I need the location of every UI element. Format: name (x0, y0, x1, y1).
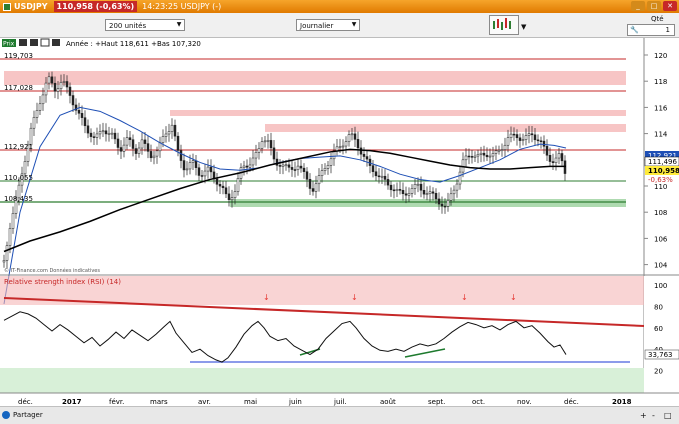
minimize-button[interactable]: _ (631, 1, 645, 11)
month-label: mars (150, 398, 168, 406)
chart-icon (493, 18, 511, 30)
chart-type-button[interactable] (489, 15, 519, 35)
down-arrow-icon: ↓ (510, 293, 517, 302)
units-select-label: 200 unités (109, 22, 147, 30)
price-tick-label: 110 (654, 183, 667, 191)
close-button[interactable]: ✕ (663, 1, 677, 11)
zoom-out-button[interactable]: - (652, 409, 655, 421)
price-tick-label: 118 (654, 78, 667, 86)
hline-label: 108,435 (4, 195, 33, 203)
chevron-down-icon: ▼ (351, 21, 357, 28)
symbol-title: USDJPY (14, 2, 48, 11)
price-tick-label: 116 (654, 104, 668, 112)
down-arrow-icon: ↓ (263, 293, 270, 302)
rsi-tick-label: 100 (654, 282, 667, 290)
maximize-button[interactable]: □ (647, 1, 661, 11)
toolbar: 200 unités ▼ Journalier ▼ ▼ Qté 🔧 1 (0, 13, 679, 37)
share-label: Partager (13, 411, 43, 419)
month-label: nov. (517, 398, 532, 406)
data-credit: © IT-Finance.com Données indicatives (4, 267, 100, 274)
zoom-reset-button[interactable]: □ (664, 409, 672, 421)
title-bar: USDJPY 110,958 (-0,63%) 14:23:25 USDJPY … (0, 0, 679, 13)
change-percent: -0,63% (648, 176, 673, 184)
window-title-time: 14:23:25 USDJPY (-) (142, 2, 222, 11)
panel-button[interactable] (19, 39, 27, 46)
price-tick-label: 120 (654, 52, 667, 60)
rsi-tick-label: 80 (654, 303, 663, 311)
month-label: juil. (333, 398, 347, 406)
black-ma-tag-label: 111,496 (648, 158, 677, 166)
chart-type-chevron-icon[interactable]: ▼ (521, 23, 526, 31)
month-label: juin (288, 398, 302, 406)
hline-label: 110,055 (4, 174, 33, 182)
resistance-zone (265, 124, 626, 132)
price-badge: 110,958 (-0,63%) (53, 1, 138, 12)
hline-label: 117,028 (4, 84, 33, 92)
down-arrow-icon: ↓ (461, 293, 468, 302)
app-icon (3, 2, 11, 11)
month-label: 2018 (612, 398, 632, 406)
rsi-tick-label: 60 (654, 325, 663, 333)
month-label: mai (244, 398, 257, 406)
year-range-header: Année : +Haut 118,611 +Bas 107,320 (66, 40, 201, 48)
price-chart[interactable]: 120118116114112110108106104 119,703 117,… (0, 38, 679, 407)
support-zone (230, 199, 626, 207)
share-icon (2, 411, 10, 419)
period-select-label: Journalier (300, 22, 334, 30)
price-tick-label: 114 (654, 131, 668, 139)
month-label: déc. (18, 398, 33, 406)
month-label: août (380, 398, 396, 406)
rsi-title: Relative strength index (RSI) (14) (4, 278, 121, 286)
resistance-zone (4, 71, 626, 85)
panel-button[interactable] (52, 39, 60, 46)
rsi-tick-label: 20 (654, 368, 663, 376)
wrench-icon[interactable]: 🔧 (630, 26, 639, 34)
price-pill-label: Prix (3, 41, 15, 48)
hline-label: 112,921 (4, 143, 33, 151)
chart-area[interactable]: 120118116114112110108106104 119,703 117,… (0, 37, 679, 407)
panel-button[interactable] (30, 39, 38, 46)
zoom-in-button[interactable]: + (640, 409, 647, 421)
price-tick-label: 104 (654, 262, 668, 270)
price-tick-label: 108 (654, 209, 667, 217)
qty-field[interactable]: 🔧 1 (627, 24, 675, 36)
month-label: févr. (109, 398, 124, 406)
panel-button[interactable] (40, 38, 50, 47)
price-tick-label: 106 (654, 235, 668, 243)
month-label: déc. (564, 398, 579, 406)
month-label: 2017 (62, 398, 82, 406)
down-arrow-icon: ↓ (351, 293, 358, 302)
month-label: sept. (428, 398, 445, 406)
share-button[interactable]: Partager (2, 409, 43, 421)
rsi-value-label: 33,763 (648, 351, 673, 359)
month-label: avr. (198, 398, 211, 406)
last-price-label: 110,958 (648, 167, 679, 175)
period-select[interactable]: Journalier ▼ (296, 19, 360, 31)
month-label: oct. (472, 398, 485, 406)
chevron-down-icon: ▼ (176, 21, 182, 28)
qty-label: Qté (651, 15, 664, 23)
hline-label: 119,703 (4, 52, 33, 60)
rsi-oversold-zone (0, 368, 644, 393)
resistance-zone (170, 110, 626, 116)
qty-value: 1 (665, 26, 670, 34)
footer: Partager + - □ (0, 406, 679, 424)
units-select[interactable]: 200 unités ▼ (105, 19, 185, 31)
